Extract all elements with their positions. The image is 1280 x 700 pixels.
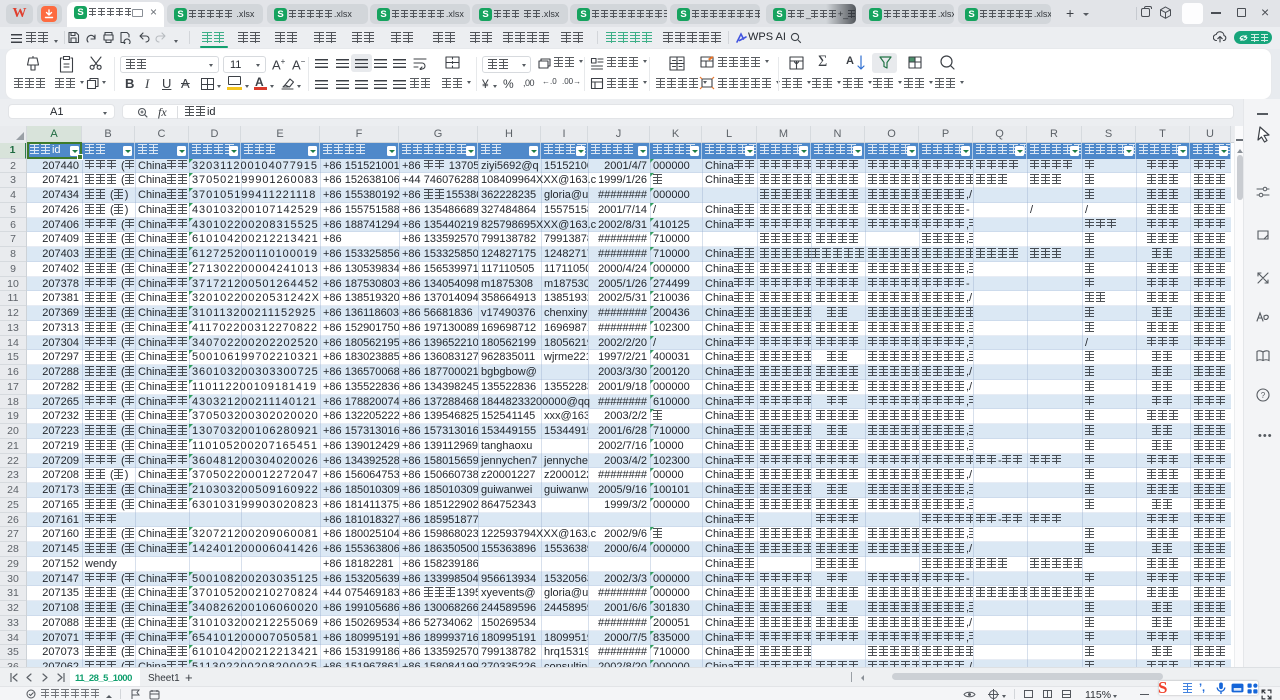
svg-text:?: ?	[1261, 391, 1266, 400]
